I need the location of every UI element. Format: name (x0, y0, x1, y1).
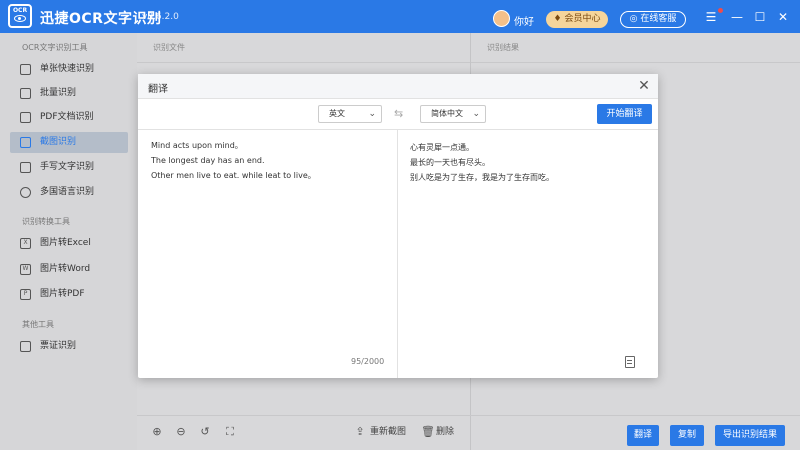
greeting-text[interactable]: 你好 (514, 13, 534, 28)
rescreenshot-button[interactable]: 重新截图 (370, 426, 406, 438)
globe-icon (20, 187, 31, 198)
sidebar-item-batch-recognition[interactable]: 批量识别 (10, 83, 128, 104)
zoom-in-icon[interactable]: ⊕ (151, 426, 163, 438)
translated-line: 最长的一天也有尽头。 (410, 158, 490, 167)
sidebar-item-image-to-pdf[interactable]: P 图片转PDF (10, 284, 128, 305)
start-translate-button[interactable]: 开始翻译 (597, 104, 652, 124)
delete-button[interactable]: 删除 (436, 426, 454, 438)
translated-text[interactable]: 心有灵犀一点通。 最长的一天也有尽头。 别人吃是为了生存，我是为了生存而吃。 (410, 140, 554, 185)
sidebar-item-label: 图片转PDF (40, 289, 85, 299)
sidebar-item-label: 手写文字识别 (40, 162, 95, 172)
sidebar-item-multilanguage-recognition[interactable]: 多国语言识别 (10, 182, 128, 203)
app-version: v8.6.2.0 (142, 12, 179, 22)
dialog-close-icon[interactable]: ✕ (636, 78, 652, 94)
translated-text-pane[interactable]: 心有灵犀一点通。 最长的一天也有尽头。 别人吃是为了生存，我是为了生存而吃。 (398, 130, 658, 378)
sidebar-item-label: 单张快速识别 (40, 64, 95, 74)
pdf-file-icon: P (20, 289, 31, 300)
export-result-button[interactable]: 导出识别结果 (715, 425, 785, 446)
upload-icon[interactable]: ⇪ (354, 426, 366, 438)
stack-icon (20, 88, 31, 99)
dialog-toolbar: 英文 ⌄ ⇆ 简体中文 ⌄ 开始翻译 (138, 99, 658, 130)
sidebar-item-label: 票证识别 (40, 341, 77, 351)
sidebar-item-label: PDF文档识别 (40, 112, 94, 122)
copy-button[interactable]: 复制 (670, 425, 704, 446)
dialog-title: 翻译 (148, 84, 168, 95)
swap-languages-icon[interactable]: ⇆ (394, 107, 403, 121)
sidebar-item-single-recognition[interactable]: 单张快速识别 (10, 59, 128, 80)
source-text[interactable]: Mind acts upon mind。 The longest day has… (151, 138, 316, 183)
word-icon: W (20, 264, 31, 275)
vip-center-label: 会员中心 (564, 14, 601, 24)
notification-dot (718, 8, 723, 13)
minimize-icon[interactable]: — (729, 9, 745, 25)
bottom-toolbar: ⊕ ⊖ ↺ ⛶ ⇪ 重新截图 🗑 删除 翻译 复制 导出识别结果 (137, 415, 800, 450)
avatar[interactable] (493, 10, 510, 27)
source-language-value: 英文 (329, 109, 345, 118)
sidebar-item-image-to-excel[interactable]: X 图片转Excel (10, 233, 128, 254)
sidebar-section-title: 其他工具 (22, 320, 54, 329)
copy-icon[interactable] (625, 356, 635, 368)
char-counter: 95/2000 (351, 357, 385, 366)
chevron-down-icon: ⌄ (368, 109, 376, 119)
sidebar-item-handwriting-recognition[interactable]: 手写文字识别 (10, 157, 128, 178)
fit-screen-icon[interactable]: ⛶ (224, 426, 236, 438)
vip-center-button[interactable]: ♦ 会员中心 (546, 11, 608, 28)
target-language-select[interactable]: 简体中文 ⌄ (420, 105, 486, 123)
pen-icon (20, 162, 31, 173)
translate-button[interactable]: 翻译 (627, 425, 659, 446)
app-logo-icon: OCR (8, 4, 32, 28)
online-service-label: 在线客服 (640, 14, 677, 24)
source-line: Other men live to eat. while leat to liv… (151, 171, 316, 180)
recognized-files-header: 识别文件 (137, 33, 470, 63)
sidebar-section-title: 识别转换工具 (22, 217, 70, 226)
image-icon (20, 64, 31, 75)
source-text-pane[interactable]: Mind acts upon mind。 The longest day has… (138, 130, 398, 378)
id-card-icon (20, 341, 31, 352)
menu-icon[interactable]: ☰ (703, 9, 719, 25)
crop-icon (20, 137, 31, 148)
title-bar: OCR 迅捷OCR文字识别 v8.6.2.0 你好 ♦ 会员中心 ◎ 在线客服 … (0, 0, 800, 33)
excel-icon: X (20, 238, 31, 249)
recognition-result-header: 识别结果 (471, 33, 800, 63)
sidebar-item-label: 截图识别 (40, 137, 77, 147)
sidebar-item-label: 多国语言识别 (40, 187, 95, 197)
sidebar-item-label: 图片转Excel (40, 238, 91, 248)
zoom-out-icon[interactable]: ⊖ (175, 426, 187, 438)
pdf-icon (20, 112, 31, 123)
rotate-icon[interactable]: ↺ (199, 426, 211, 438)
source-line: The longest day has an end. (151, 156, 265, 165)
chevron-down-icon: ⌄ (472, 109, 480, 119)
translated-line: 别人吃是为了生存，我是为了生存而吃。 (410, 173, 554, 182)
trash-icon[interactable]: 🗑 (421, 426, 435, 438)
sidebar-item-ticket-recognition[interactable]: 票证识别 (10, 336, 128, 357)
sidebar-section-title: OCR文字识别工具 (22, 43, 88, 52)
sidebar-item-label: 图片转Word (40, 264, 91, 274)
source-line: Mind acts upon mind。 (151, 141, 243, 150)
online-service-button[interactable]: ◎ 在线客服 (620, 11, 686, 28)
sidebar-item-label: 批量识别 (40, 88, 77, 98)
logo-text: OCR (12, 7, 28, 14)
sidebar-item-pdf-recognition[interactable]: PDF文档识别 (10, 107, 128, 128)
translated-line: 心有灵犀一点通。 (410, 143, 474, 152)
dialog-header: 翻译 ✕ (138, 74, 658, 99)
sidebar-item-image-to-word[interactable]: W 图片转Word (10, 259, 128, 280)
maximize-icon[interactable]: ☐ (752, 9, 768, 25)
sidebar-item-screenshot-recognition[interactable]: 截图识别 (10, 132, 128, 153)
close-icon[interactable]: ✕ (775, 9, 791, 25)
target-language-value: 简体中文 (431, 109, 463, 118)
translate-dialog: 翻译 ✕ 英文 ⌄ ⇆ 简体中文 ⌄ 开始翻译 Mind acts upon m… (138, 74, 658, 378)
source-language-select[interactable]: 英文 ⌄ (318, 105, 382, 123)
sidebar: OCR文字识别工具 单张快速识别 批量识别 PDF文档识别 截图识别 手写文字识… (0, 33, 137, 450)
